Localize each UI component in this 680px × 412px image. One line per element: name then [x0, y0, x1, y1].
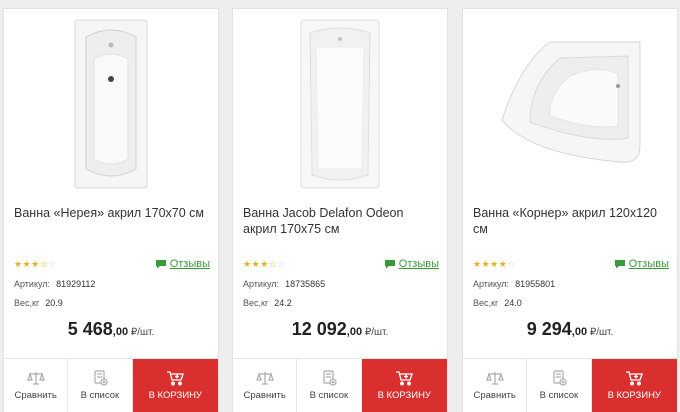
list-label: В список — [539, 390, 579, 401]
product-card[interactable]: Ванна «Корнер» акрил 120х120 см ★★★★☆ От… — [462, 8, 678, 412]
add-to-list-button[interactable]: В список — [68, 359, 133, 412]
cart-label: В КОРЗИНУ — [148, 390, 202, 401]
price-main: 9 294 — [526, 319, 572, 339]
card-actions: Сравнить В список В КОРЗИНУ — [4, 358, 218, 412]
price-cents: ,00 — [346, 326, 363, 338]
compare-label: Сравнить — [243, 390, 286, 401]
price-unit: ₽/шт. — [128, 327, 155, 338]
reviews-link[interactable]: Отзывы — [155, 258, 210, 270]
price: 9 294,00 ₽/шт. — [463, 319, 677, 340]
scales-icon — [255, 372, 274, 385]
card-actions: Сравнить В список В КОРЗИНУ — [233, 358, 447, 412]
price-cents: ,00 — [112, 326, 129, 338]
weight-label: Вес,кг — [473, 298, 499, 308]
product-grid: Ванна «Нерея» акрил 170х70 см ★★★☆☆ Отзы… — [0, 0, 680, 412]
article-value: 81929112 — [56, 279, 96, 289]
add-to-cart-button[interactable]: В КОРЗИНУ — [361, 359, 447, 412]
product-image[interactable] — [463, 9, 677, 199]
add-to-cart-button[interactable]: В КОРЗИНУ — [591, 359, 677, 412]
compare-label: Сравнить — [473, 390, 516, 401]
rating-stars: ★★★★☆ — [473, 259, 516, 269]
price-cents: ,00 — [571, 326, 588, 338]
card-actions: Сравнить В список В КОРЗИНУ — [463, 358, 677, 412]
product-title[interactable]: Ванна «Корнер» акрил 120х120 см — [473, 205, 667, 237]
product-card[interactable]: Ванна Jacob Delafon Odeon акрил 170х75 с… — [232, 8, 448, 412]
cart-label: В КОРЗИНУ — [607, 390, 661, 401]
cart-label: В КОРЗИНУ — [377, 390, 431, 401]
list-label: В список — [80, 390, 120, 401]
list-icon — [94, 370, 108, 386]
bathtub-image — [300, 19, 380, 189]
article-label: Артикул: — [243, 279, 280, 289]
rating-stars: ★★★☆☆ — [243, 259, 286, 269]
article-row: Артикул: 81929112 — [14, 279, 95, 289]
compare-button[interactable]: Сравнить — [463, 359, 528, 412]
add-to-list-button[interactable]: В список — [297, 359, 362, 412]
article-value: 18735865 — [285, 279, 326, 289]
article-row: Артикул: 81955801 — [473, 279, 555, 289]
compare-button[interactable]: Сравнить — [4, 359, 69, 412]
weight-row: Вес,кг 24.2 — [243, 298, 292, 308]
weight-label: Вес,кг — [14, 298, 40, 308]
scales-icon — [26, 372, 45, 385]
cart-icon — [626, 371, 644, 386]
article-label: Артикул: — [14, 279, 51, 289]
price-unit: ₽/шт. — [587, 327, 614, 338]
chat-icon — [384, 260, 395, 269]
reviews-label[interactable]: Отзывы — [629, 258, 669, 270]
add-to-list-button[interactable]: В список — [527, 359, 592, 412]
weight-row: Вес,кг 20.9 — [14, 298, 63, 308]
article-value: 81955801 — [515, 279, 556, 289]
price-unit: ₽/шт. — [362, 327, 389, 338]
add-to-cart-button[interactable]: В КОРЗИНУ — [132, 359, 218, 412]
product-image[interactable] — [4, 9, 218, 199]
chat-icon — [155, 260, 166, 269]
price: 12 092,00 ₽/шт. — [233, 319, 447, 340]
weight-value: 24.0 — [504, 298, 522, 308]
weight-value: 20.9 — [45, 298, 63, 308]
article-label: Артикул: — [473, 279, 510, 289]
price: 5 468,00 ₽/шт. — [4, 319, 218, 340]
reviews-link[interactable]: Отзывы — [384, 258, 439, 270]
product-title[interactable]: Ванна Jacob Delafon Odeon акрил 170х75 с… — [243, 205, 437, 237]
chat-icon — [614, 260, 625, 269]
reviews-label[interactable]: Отзывы — [399, 258, 439, 270]
reviews-label[interactable]: Отзывы — [170, 258, 210, 270]
weight-label: Вес,кг — [243, 298, 269, 308]
product-image[interactable] — [233, 9, 447, 199]
list-label: В список — [309, 390, 349, 401]
weight-row: Вес,кг 24.0 — [473, 298, 522, 308]
bathtub-image — [74, 19, 148, 189]
cart-icon — [396, 371, 414, 386]
price-main: 5 468 — [67, 319, 113, 339]
compare-label: Сравнить — [14, 390, 57, 401]
list-icon — [553, 370, 567, 386]
list-icon — [323, 370, 337, 386]
price-main: 12 092 — [291, 319, 347, 339]
scales-icon — [485, 372, 504, 385]
product-title[interactable]: Ванна «Нерея» акрил 170х70 см — [14, 205, 208, 221]
weight-value: 24.2 — [274, 298, 292, 308]
rating-stars: ★★★☆☆ — [14, 259, 57, 269]
cart-icon — [167, 371, 185, 386]
reviews-link[interactable]: Отзывы — [614, 258, 669, 270]
corner-bathtub-image — [501, 41, 641, 163]
compare-button[interactable]: Сравнить — [233, 359, 298, 412]
product-card[interactable]: Ванна «Нерея» акрил 170х70 см ★★★☆☆ Отзы… — [3, 8, 219, 412]
article-row: Артикул: 18735865 — [243, 279, 325, 289]
